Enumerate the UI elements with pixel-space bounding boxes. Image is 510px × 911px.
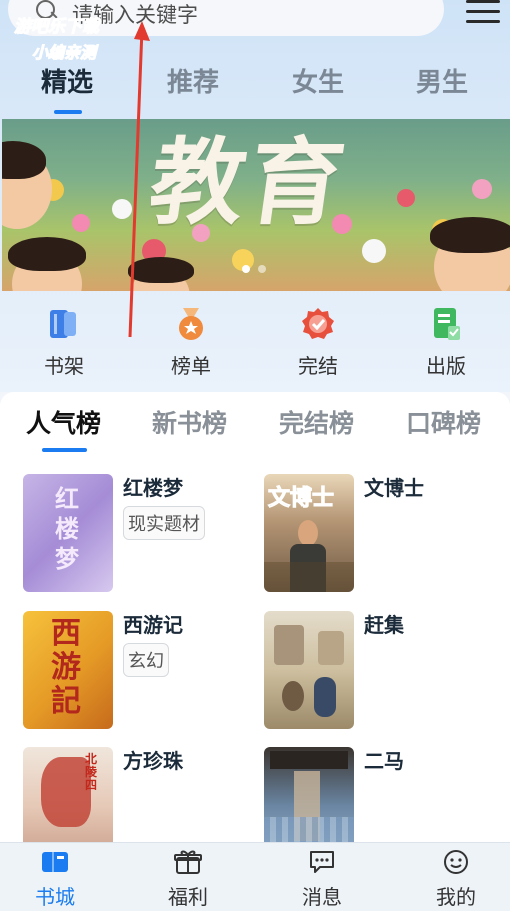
tab-male[interactable]: 男生 (387, 62, 497, 99)
publish-icon (428, 306, 464, 342)
tab-popular-rank[interactable]: 人气榜 (26, 404, 101, 440)
nav-label: 我的 (436, 885, 476, 909)
profile-icon (442, 849, 470, 875)
book-cover: 西游記 (23, 611, 113, 729)
gift-icon (174, 849, 202, 875)
book-item[interactable]: 文博士 文博士 (264, 474, 494, 594)
nav-profile[interactable]: 我的 (411, 849, 501, 910)
banner-dot (258, 265, 266, 273)
quick-entry-label: 完结 (298, 354, 338, 378)
search-placeholder: 请输入关键字 (72, 3, 198, 27)
book-title: 红楼梦 (123, 476, 183, 500)
book-item[interactable]: 红楼梦 红楼梦 现实题材 (23, 474, 253, 594)
tab-completed-rank[interactable]: 完结榜 (279, 404, 354, 440)
tab-new-rank[interactable]: 新书榜 (152, 404, 227, 440)
active-tab-indicator (54, 110, 82, 114)
bookshelf-icon (46, 306, 82, 342)
nav-label: 福利 (168, 885, 208, 909)
book-cover: 红楼梦 (23, 474, 113, 592)
tab-featured[interactable]: 精选 (12, 62, 122, 99)
book-city-icon (41, 849, 69, 875)
nav-label: 消息 (302, 885, 342, 909)
banner-title: 教育 (143, 128, 355, 238)
tab-recommended[interactable]: 推荐 (138, 62, 248, 99)
medal-icon (173, 306, 209, 342)
book-cover: 文博士 (264, 474, 354, 592)
book-title: 方珍珠 (123, 749, 183, 773)
nav-book-city[interactable]: 书城 (10, 849, 100, 910)
book-title: 文博士 (364, 476, 424, 500)
book-tag: 现实题材 (123, 506, 205, 540)
banner-pagination (242, 265, 266, 273)
message-icon (308, 849, 336, 875)
book-title: 西游记 (123, 613, 183, 637)
banner-dot-active (242, 265, 250, 273)
tab-female[interactable]: 女生 (263, 62, 373, 99)
quick-entry-bookshelf[interactable]: 书架 (14, 300, 114, 379)
book-tag: 玄幻 (123, 643, 169, 677)
book-title: 赶集 (364, 613, 404, 637)
nav-messages[interactable]: 消息 (277, 849, 367, 910)
book-cover (264, 611, 354, 729)
quick-entry-completed[interactable]: 完结 (268, 300, 368, 379)
nav-welfare[interactable]: 福利 (143, 849, 233, 910)
search-bar[interactable]: 请输入关键字 (8, 0, 444, 36)
bottom-navigation: 书城 福利 消息 我的 (0, 842, 510, 911)
quick-entry-ranking[interactable]: 榜单 (141, 300, 241, 379)
nav-label: 书城 (35, 885, 75, 909)
quick-entry-label: 书架 (44, 354, 84, 378)
quick-entries: 书架 榜单 完结 出版 (0, 300, 510, 386)
ranking-panel: 人气榜 新书榜 完结榜 口碑榜 红楼梦 红楼梦 现实题材 文博士 文博士 西游記… (0, 392, 510, 865)
quick-entry-publish[interactable]: 出版 (396, 300, 496, 379)
search-icon (34, 0, 60, 26)
book-item[interactable]: 西游記 西游记 玄幻 (23, 611, 253, 731)
active-rank-indicator (42, 448, 87, 452)
tab-reputation-rank[interactable]: 口碑榜 (406, 404, 481, 440)
book-title: 二马 (364, 749, 404, 773)
quick-entry-label: 榜单 (171, 354, 211, 378)
promo-banner[interactable]: 教育 (2, 119, 510, 291)
badge-check-icon (300, 306, 336, 342)
menu-icon[interactable] (466, 0, 500, 26)
book-item[interactable]: 赶集 (264, 611, 494, 731)
quick-entry-label: 出版 (426, 354, 466, 378)
channel-tabs: 精选 推荐 女生 男生 (0, 62, 510, 112)
